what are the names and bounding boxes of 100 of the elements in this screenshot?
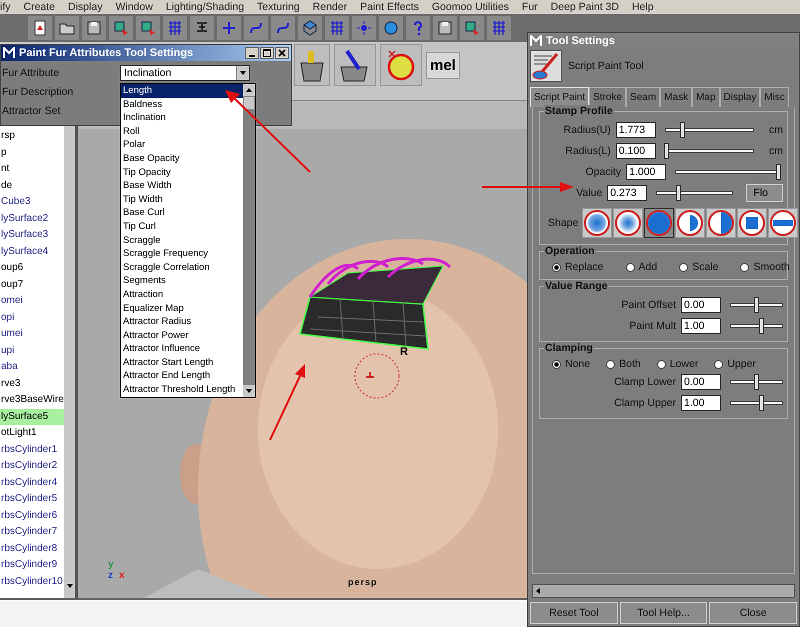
dropdown-option[interactable]: Attractor End Length	[121, 369, 243, 384]
outliner-item[interactable]: Cube3	[0, 194, 64, 210]
light-icon[interactable]	[352, 16, 376, 40]
brush-shape-button[interactable]	[768, 208, 798, 238]
tab[interactable]: Mask	[660, 87, 692, 107]
outliner-item[interactable]: otLight1	[0, 425, 64, 442]
document-icon[interactable]	[28, 16, 52, 40]
radio-button[interactable]	[714, 360, 724, 368]
scroll-up-icon[interactable]	[243, 84, 255, 96]
radio-button[interactable]	[606, 360, 616, 368]
brush-shape-button[interactable]	[644, 208, 674, 238]
outliner-item[interactable]: oup6	[0, 260, 64, 276]
grid-icon[interactable]	[163, 16, 187, 40]
input-field[interactable]: 0.273	[607, 185, 648, 201]
outliner-item[interactable]: umei	[0, 326, 64, 342]
input-field[interactable]: 1.00	[681, 318, 721, 334]
outliner-item[interactable]: nt	[0, 161, 64, 178]
slider-thumb[interactable]	[758, 395, 764, 411]
dropdown-option[interactable]: Scraggle	[121, 234, 243, 248]
radio-button[interactable]	[552, 360, 561, 368]
slider-thumb[interactable]	[776, 164, 781, 180]
outliner-item[interactable]: rbsCylinder1	[0, 442, 64, 458]
outliner-item[interactable]: lySurface3	[0, 227, 64, 244]
dropdown-option[interactable]: Tip Curl	[121, 220, 243, 234]
radio-option[interactable]: Upper	[714, 358, 756, 370]
menu-item[interactable]: Lighting/Shading	[166, 1, 244, 13]
radio-button[interactable]	[552, 262, 561, 272]
brush-shape-button[interactable]	[675, 208, 706, 238]
slider-thumb[interactable]	[758, 318, 764, 334]
cube-icon[interactable]	[298, 16, 322, 40]
brush-bucket-icon[interactable]	[334, 44, 376, 86]
outliner-item[interactable]: rbsCylinder10	[0, 574, 64, 590]
dialog-button[interactable]: Tool Help...	[620, 602, 708, 624]
input-field[interactable]: 1.00	[681, 395, 721, 411]
input-field[interactable]: 0.00	[681, 297, 721, 313]
minimize-button[interactable]	[245, 47, 259, 59]
slider[interactable]	[730, 395, 783, 411]
dropdown-option[interactable]: Scraggle Correlation	[121, 260, 243, 274]
radio-button[interactable]	[626, 262, 635, 272]
outliner-item[interactable]: rbsCylinder4	[0, 474, 64, 491]
outliner-item[interactable]: rbsCylinder2	[0, 458, 64, 474]
slider-thumb[interactable]	[680, 122, 685, 138]
dropdown-option[interactable]: Equalizer Map	[121, 302, 243, 316]
radio-option[interactable]: Smooth	[740, 261, 790, 273]
radio-option[interactable]: Lower	[656, 358, 698, 370]
brush-shape-button[interactable]	[582, 208, 612, 238]
outliner-item[interactable]: upi	[0, 342, 64, 359]
select-icon[interactable]	[460, 16, 484, 40]
menu-item[interactable]: Window	[115, 1, 153, 13]
scroll-down-icon[interactable]	[243, 385, 255, 397]
outliner-item[interactable]: rbsCylinder6	[0, 508, 64, 524]
dropdown-option[interactable]: Attractor Radius	[121, 315, 243, 329]
dropdown-option[interactable]: Attractor Threshold Length	[121, 383, 243, 397]
dropdown-option[interactable]: Tip Opacity	[121, 166, 243, 180]
curve-icon[interactable]	[244, 16, 268, 40]
dropdown-option[interactable]: Tip Width	[121, 192, 243, 206]
slider[interactable]	[730, 297, 783, 313]
menu-item[interactable]: Fur	[522, 1, 538, 13]
grid-icon[interactable]	[487, 16, 511, 40]
outliner-item[interactable]: de	[0, 178, 64, 194]
slider-thumb[interactable]	[754, 297, 758, 313]
outliner-item[interactable]: rbsCylinder8	[0, 540, 64, 557]
dropdown-option[interactable]: Attraction	[121, 288, 243, 302]
radio-button[interactable]	[679, 262, 688, 272]
outliner-item[interactable]: p	[0, 144, 64, 161]
outliner-item[interactable]: rsp	[0, 128, 64, 144]
dropdown-option[interactable]: Scraggle Frequency	[121, 247, 243, 261]
select-icon[interactable]	[136, 16, 160, 40]
dialog-button[interactable]: Close	[709, 602, 798, 624]
tab[interactable]: Stroke	[589, 87, 626, 107]
tab[interactable]: Script Paint	[530, 87, 590, 107]
curve-icon[interactable]	[271, 16, 295, 40]
input-field[interactable]: 0.00	[681, 374, 721, 390]
dropdown-option[interactable]: Base Opacity	[121, 152, 243, 166]
slider[interactable]	[730, 318, 783, 334]
plus-icon[interactable]	[217, 16, 241, 40]
menu-item[interactable]: Display	[68, 1, 102, 13]
outliner-item[interactable]: aba	[0, 359, 64, 376]
input-field[interactable]: 1.000	[626, 164, 666, 180]
dropdown-option[interactable]: Attractor Influence	[121, 342, 243, 356]
brush-shape-button[interactable]	[613, 208, 644, 238]
menu-item[interactable]: Help	[632, 1, 654, 13]
outliner-item[interactable]: opi	[0, 310, 64, 326]
target-icon[interactable]	[380, 44, 422, 86]
outliner-item[interactable]: rve3	[0, 376, 64, 392]
radio-option[interactable]: Scale	[679, 261, 718, 273]
scroll-thumb[interactable]	[243, 96, 255, 110]
dialog-button[interactable]: Reset Tool	[530, 602, 618, 624]
flood-button[interactable]: Flo	[746, 184, 783, 202]
paint-bucket-icon[interactable]	[294, 44, 330, 86]
save-icon[interactable]	[82, 16, 106, 40]
slider-thumb[interactable]	[754, 374, 758, 390]
slider[interactable]	[730, 374, 783, 390]
outliner-item[interactable]: rve3BaseWire	[0, 392, 64, 408]
dropdown-option[interactable]: Base Curl	[121, 206, 243, 220]
input-field[interactable]: 0.100	[616, 143, 656, 159]
outliner-item[interactable]: lySurface5	[0, 408, 64, 425]
maximize-button[interactable]	[260, 47, 274, 59]
brush-shape-button[interactable]	[706, 208, 736, 238]
menu-item[interactable]: ify	[0, 1, 10, 13]
